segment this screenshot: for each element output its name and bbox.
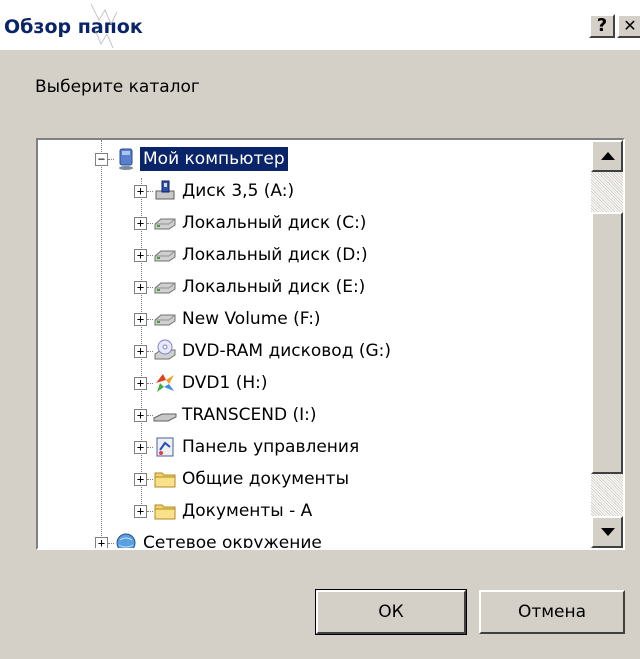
folder-icon <box>153 467 177 491</box>
folder-icon <box>153 499 177 523</box>
dvd-disc-icon <box>153 371 177 395</box>
prompt-label: Выберите каталог <box>35 77 200 97</box>
title-bar[interactable]: Обзор папок ? ✕ <box>0 0 640 50</box>
expand-toggle[interactable]: + <box>134 249 147 262</box>
expand-toggle[interactable]: + <box>134 473 147 486</box>
tree-item[interactable]: + Диск 3,5 (A:) <box>38 176 593 208</box>
tree-item[interactable]: + DVD1 (H:) <box>38 368 593 400</box>
tree-item-label: Локальный диск (E:) <box>182 277 366 297</box>
expand-toggle[interactable]: + <box>134 441 147 454</box>
hard-drive-icon <box>153 211 177 235</box>
scroll-up-button[interactable] <box>591 140 623 172</box>
cancel-button[interactable]: Отмена <box>479 590 625 634</box>
tree-item[interactable]: + Локальный диск (D:) <box>38 240 593 272</box>
folder-tree-viewport: − Мой компьютер + Диск 3,5 (A:) + Локальный д… <box>38 140 593 548</box>
expand-toggle[interactable]: + <box>134 345 147 358</box>
ok-button[interactable]: ОК <box>315 589 467 635</box>
my-computer-icon <box>114 147 138 171</box>
arrow-down-icon <box>601 528 615 536</box>
expand-toggle[interactable]: + <box>134 377 147 390</box>
tree-item-label: Мой компьютер <box>140 147 288 171</box>
tree-item-label: New Volume (F:) <box>182 309 321 329</box>
expand-toggle[interactable]: + <box>134 185 147 198</box>
scroll-down-button[interactable] <box>591 516 623 548</box>
tree-item-label: Локальный диск (D:) <box>182 245 368 265</box>
expand-toggle[interactable]: + <box>134 313 147 326</box>
tree-item-label: Панель управления <box>182 437 360 457</box>
removable-drive-icon <box>153 403 177 427</box>
tree-item-label: TRANSCEND (I:) <box>182 405 317 425</box>
window-title: Обзор папок <box>4 16 143 38</box>
floppy-drive-icon <box>153 179 177 203</box>
tree-item-label: Локальный диск (C:) <box>182 213 367 233</box>
network-icon <box>114 531 138 548</box>
collapse-toggle[interactable]: − <box>95 153 108 166</box>
tree-item-label: Сетевое окружение <box>143 533 322 548</box>
scroll-thumb[interactable] <box>591 212 623 474</box>
expand-toggle[interactable]: + <box>134 281 147 294</box>
close-icon: ✕ <box>623 16 637 35</box>
tree-item-label: Общие документы <box>182 469 349 489</box>
tree-item-label: Документы - А <box>182 501 313 521</box>
tree-item[interactable]: − Мой компьютер <box>38 144 593 176</box>
tree-item[interactable]: + Локальный диск (C:) <box>38 208 593 240</box>
tree-item[interactable]: + TRANSCEND (I:) <box>38 400 593 432</box>
hard-drive-icon <box>153 307 177 331</box>
tree-item-label: DVD1 (H:) <box>182 373 268 393</box>
expand-toggle[interactable]: + <box>95 537 108 548</box>
vertical-scrollbar[interactable] <box>591 140 623 548</box>
help-button[interactable]: ? <box>589 14 615 38</box>
tree-item[interactable]: + DVD-RAM дисковод (G:) <box>38 336 593 368</box>
expand-toggle[interactable]: + <box>134 409 147 422</box>
folder-tree[interactable]: − Мой компьютер + Диск 3,5 (A:) + Локальный д… <box>36 138 625 550</box>
hard-drive-icon <box>153 275 177 299</box>
close-button[interactable]: ✕ <box>617 14 640 38</box>
tree-item-label: Диск 3,5 (A:) <box>182 181 295 201</box>
tree-item[interactable]: + Панель управления <box>38 432 593 464</box>
browse-folder-dialog: Обзор папок ? ✕ Выберите каталог − Мой ко… <box>0 0 640 659</box>
tree-item-label: DVD-RAM дисковод (G:) <box>182 341 392 361</box>
tree-item[interactable]: + New Volume (F:) <box>38 304 593 336</box>
tree-item[interactable]: + Сетевое окружение <box>38 528 593 548</box>
expand-toggle[interactable]: + <box>134 505 147 518</box>
tree-item[interactable]: + Общие документы <box>38 464 593 496</box>
expand-toggle[interactable]: + <box>134 217 147 230</box>
hard-drive-icon <box>153 243 177 267</box>
tree-item[interactable]: + Локальный диск (E:) <box>38 272 593 304</box>
control-panel-icon <box>153 435 177 459</box>
arrow-up-icon <box>601 152 615 160</box>
tree-item[interactable]: + Документы - А <box>38 496 593 528</box>
dvd-drive-icon <box>153 339 177 363</box>
